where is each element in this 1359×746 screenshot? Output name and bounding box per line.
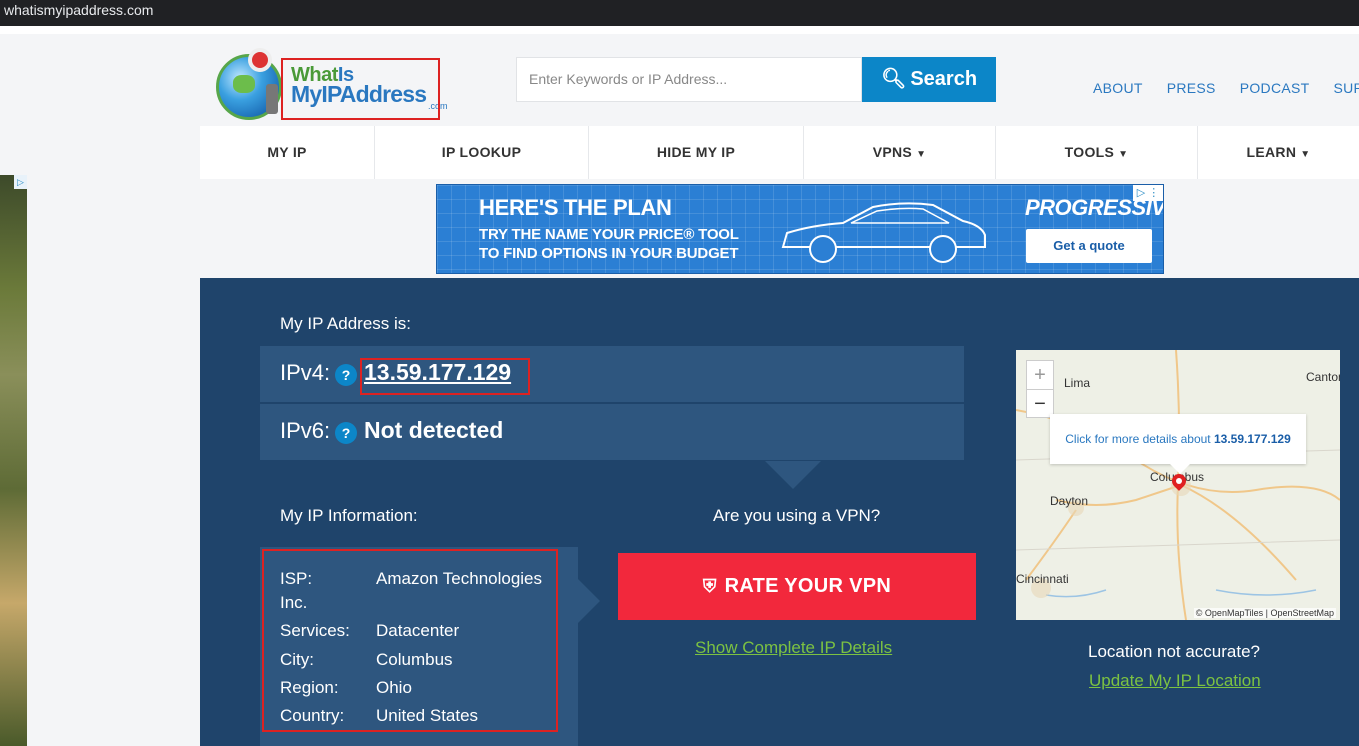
top-links: ABOUT PRESS PODCAST SUPPO (1093, 80, 1359, 96)
location-question: Location not accurate? (1088, 642, 1261, 661)
chevron-down-icon: ▼ (916, 149, 927, 160)
nav-item-ip-lookup[interactable]: IP LOOKUP (375, 126, 589, 179)
ad-headline: HERE'S THE PLAN (479, 195, 672, 220)
panel-pointer (765, 461, 821, 489)
car-icon (781, 202, 986, 263)
url-text: whatismyipaddress.com (4, 2, 154, 18)
search-icon: 🔍︎ (880, 68, 907, 90)
page-top-strip (0, 26, 1359, 34)
help-icon[interactable]: ? (335, 364, 357, 386)
map-city-label: Canton (1306, 370, 1340, 384)
map-attribution[interactable]: © OpenMapTiles | OpenStreetMap (1193, 608, 1336, 618)
ipv6-row: IPv6: ? Not detected (260, 404, 964, 460)
nav-item-hide-my-ip[interactable]: HIDE MY IP (589, 126, 804, 179)
top-link-about[interactable]: ABOUT (1093, 80, 1143, 96)
map-city-label: Dayton (1050, 494, 1089, 508)
update-location-link[interactable]: Update My IP Location (1089, 671, 1261, 691)
logo-highlight-box (281, 58, 440, 120)
ad-banner[interactable]: HERE'S THE PLAN TRY THE NAME YOUR PRICE®… (436, 184, 1164, 274)
nav-item-learn[interactable]: LEARN ▼ (1198, 126, 1359, 179)
nav-item-tools[interactable]: TOOLS ▼ (996, 126, 1198, 179)
site-header: WhatIs MyIPAddress .com Enter Keywords o… (200, 34, 1359, 126)
left-side-ad[interactable]: ▷ (0, 175, 27, 746)
top-link-press[interactable]: PRESS (1167, 80, 1216, 96)
browser-url-bar[interactable]: whatismyipaddress.com (0, 0, 1359, 26)
help-icon[interactable]: ? (335, 422, 357, 444)
zoom-out-button[interactable]: − (1027, 389, 1053, 417)
search-input[interactable]: Enter Keywords or IP Address... (516, 57, 862, 102)
nav-item-my-ip[interactable]: MY IP (200, 126, 375, 179)
adchoices-icon[interactable]: ▷ (14, 175, 27, 189)
ipv4-label: IPv4: (280, 360, 331, 385)
top-link-podcast[interactable]: PODCAST (1240, 80, 1310, 96)
nav-item-vpns[interactable]: VPNS ▼ (804, 126, 996, 179)
adchoices-icon[interactable]: ▷ ⋮ (1133, 185, 1163, 201)
map-zoom-control: + − (1026, 360, 1054, 418)
map-city-label: Cincinnati (1016, 572, 1069, 586)
ip-info-box: ISP: Amazon Technologies Inc. Services: Da… (260, 547, 600, 746)
map-popup[interactable]: Click for more details about 13.59.177.1… (1050, 414, 1306, 474)
chevron-down-icon: ▼ (1300, 149, 1311, 160)
search-button[interactable]: 🔍︎ Search (862, 57, 996, 102)
main-nav: MY IP IP LOOKUP HIDE MY IP VPNS ▼ TOOLS ▼ … (200, 126, 1359, 179)
top-link-support[interactable]: SUPPO (1333, 80, 1359, 96)
show-ip-details-link[interactable]: Show Complete IP Details (695, 638, 892, 658)
map-pin-icon (248, 48, 272, 72)
ad-get-quote-button[interactable]: Get a quote (1026, 229, 1152, 263)
ipv4-highlight-box (360, 358, 530, 395)
location-map[interactable]: + − Lima Canton Columbus Dayton Cincinna… (1016, 350, 1340, 620)
ip-info-label: My IP Information: (280, 506, 418, 525)
my-ip-label: My IP Address is: (280, 314, 412, 333)
ipv6-value: Not detected (364, 417, 504, 443)
info-highlight-box (262, 549, 558, 732)
shield-icon: ⛨ (702, 576, 717, 596)
rate-vpn-button[interactable]: ⛨ RATE YOUR VPN (618, 553, 976, 620)
ad-subtext: TRY THE NAME YOUR PRICE® TOOL TO FIND OPT… (479, 226, 739, 262)
ipv6-label: IPv6: (280, 418, 331, 443)
map-city-label: Lima (1064, 376, 1091, 390)
chevron-down-icon: ▼ (1118, 149, 1129, 160)
ip-main-panel: My IP Address is: IPv4: ? 13.59.177.129 … (200, 278, 1359, 746)
vpn-question: Are you using a VPN? (713, 506, 881, 525)
info-i-icon (266, 84, 278, 114)
zoom-in-button[interactable]: + (1027, 361, 1053, 389)
